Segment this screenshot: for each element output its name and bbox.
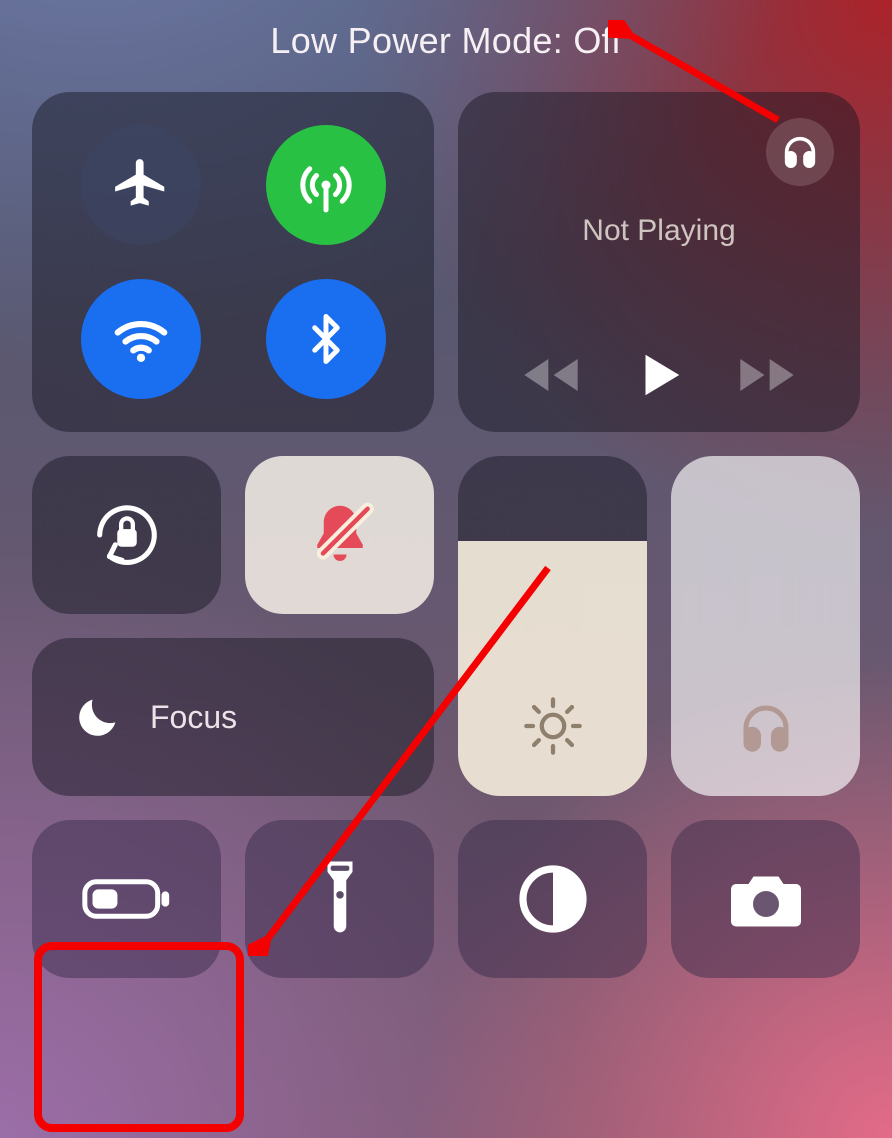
airplay-audio-button[interactable] [766,118,834,186]
controls-grid: Not Playing [32,92,860,978]
wifi-icon [110,308,172,370]
camera-icon [726,867,806,931]
airplane-mode-toggle[interactable] [81,125,201,245]
volume-slider[interactable] [671,456,860,796]
bluetooth-icon [299,312,353,366]
media-rewind-button[interactable] [519,351,583,399]
moon-icon [72,691,124,743]
sun-icon [521,694,585,758]
media-forward-button[interactable] [735,351,799,399]
media-status-text: Not Playing [484,214,834,248]
media-panel: Not Playing [458,92,860,432]
silent-mode-toggle[interactable] [245,456,434,614]
rewind-icon [519,351,583,399]
control-center: Low Power Mode: Off [0,0,892,1138]
battery-low-icon [81,873,173,925]
focus-label: Focus [150,699,237,736]
play-icon [632,348,686,402]
airplane-icon [110,154,172,216]
cellular-data-toggle[interactable] [266,125,386,245]
bluetooth-toggle[interactable] [266,279,386,399]
orientation-lock-toggle[interactable] [32,456,221,614]
flashlight-icon [315,857,365,941]
dark-mode-toggle[interactable] [458,820,647,978]
flashlight-toggle[interactable] [245,820,434,978]
forward-icon [735,351,799,399]
media-play-button[interactable] [632,348,686,402]
dark-mode-icon [517,863,589,935]
cellular-antenna-icon [296,155,356,215]
rotation-lock-icon [88,496,166,574]
low-power-mode-toggle[interactable] [32,820,221,978]
media-controls [484,348,834,410]
headphones-icon [780,132,820,172]
camera-button[interactable] [671,820,860,978]
bell-slash-icon [301,496,379,574]
connectivity-panel [32,92,434,432]
status-banner: Low Power Mode: Off [270,20,621,62]
headphones-icon [736,698,796,758]
brightness-slider[interactable] [458,456,647,796]
focus-button[interactable]: Focus [32,638,434,796]
wifi-toggle[interactable] [81,279,201,399]
